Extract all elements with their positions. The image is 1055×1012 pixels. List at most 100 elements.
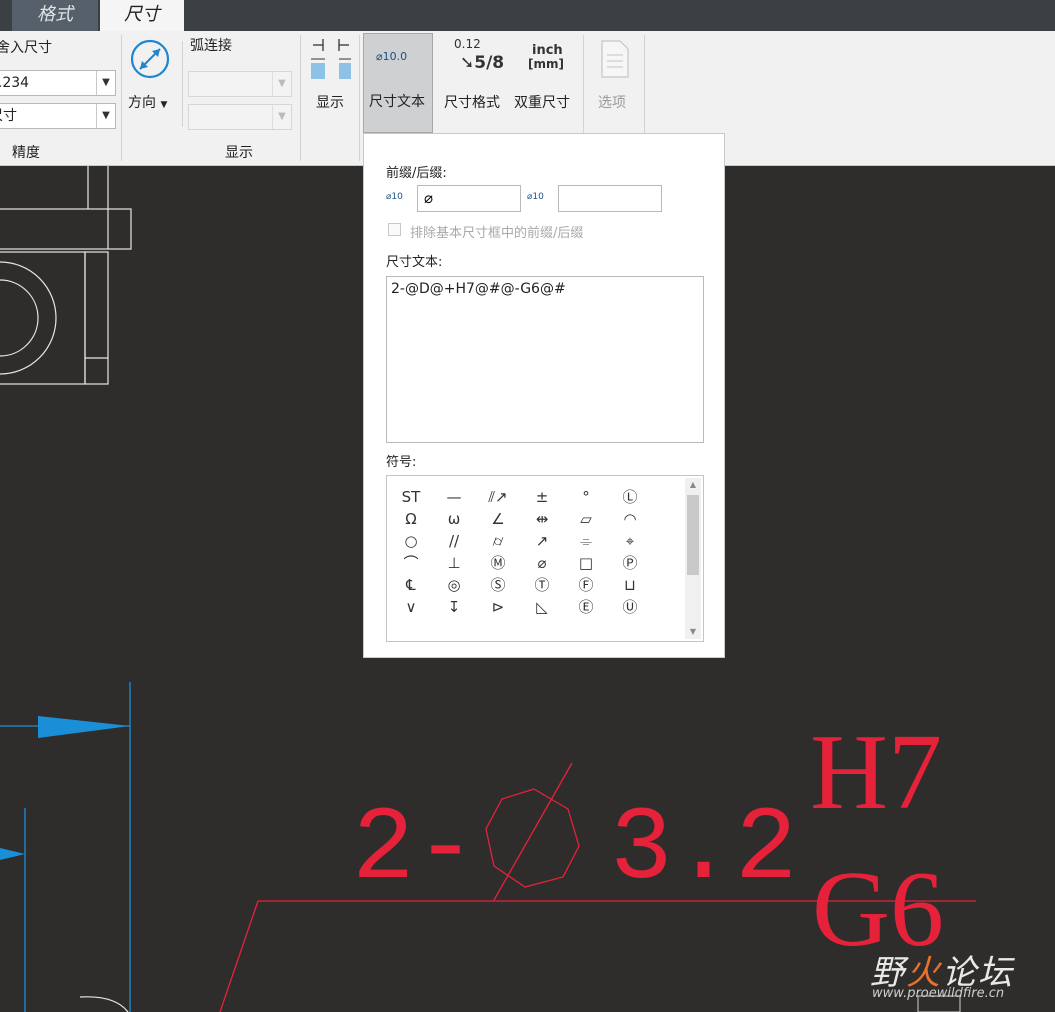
format-icon-top: 0.12 [454,37,481,51]
group-label-precision: 精度 [12,145,40,161]
rounding-label: 舍入尺寸 [0,40,52,56]
dual-dimension-button[interactable]: inch [mm] 双重尺寸 [512,35,580,111]
dim-text-icon: ⌀10.0 [376,50,408,63]
precision-value-combo[interactable]: 1.234 ▼ [0,70,116,96]
chevron-down-icon: ▼ [272,105,291,129]
dimension-text-label: 尺寸文本 [369,94,425,110]
symbol-button[interactable]: Ⓔ [571,597,601,617]
group-label-display: 显示 [225,145,253,161]
group-divider [300,35,301,161]
symbol-button[interactable]: ℄ [396,575,426,595]
symbol-button[interactable]: ∨ [396,597,426,617]
symbol-button[interactable]: ± [527,487,557,507]
watermark-url: www.proewildfire.cn [872,986,1005,1001]
symbol-button[interactable]: ⌖ [615,531,645,551]
scroll-thumb[interactable] [687,495,699,575]
symbol-button[interactable]: ◎ [439,575,469,595]
symbol-scrollbar[interactable]: ▲ ▼ [685,478,701,639]
symbol-button[interactable]: ⌯ [571,531,601,551]
dimension-text-value: 2-@D@+H7@#@-G6@# [391,281,566,297]
suffix-input[interactable] [558,185,662,212]
precision-type-combo[interactable]: 尺寸 ▼ [0,103,116,129]
symbol-button[interactable]: Ⓢ [483,575,513,595]
tolerance-upper[interactable]: H7 [810,713,942,832]
dimension-format-label: 尺寸格式 [444,95,500,111]
symbol-button[interactable]: ⊔ [615,575,645,595]
exclude-label: 排除基本尺寸框中的前缀/后缀 [410,226,584,241]
group-divider [121,35,122,161]
symbol-button[interactable]: ▱ [571,509,601,529]
symbol-button[interactable]: ⊥ [439,553,469,573]
chevron-down-icon: ▼ [160,100,168,110]
symbol-button[interactable]: ST [396,487,426,507]
symbol-button[interactable]: ° [571,487,601,507]
symbol-button[interactable]: ⌭ [483,531,513,551]
prefix-value: ⌀ [424,189,434,207]
arc-connect-label: 弧连接 [190,38,232,54]
arc-combo-2[interactable]: ▼ [188,104,292,130]
group-divider [359,35,360,161]
show-button[interactable]: 显示 [306,35,356,111]
show-label: 显示 [316,95,344,111]
symbol-button[interactable]: ↧ [439,597,469,617]
exclude-checkbox[interactable] [388,223,401,236]
symbol-button[interactable]: ⌀ [527,553,557,573]
dimension-text-button[interactable]: ⌀10.0 尺寸文本 [363,33,433,133]
chevron-down-icon: ▼ [272,72,291,96]
chevron-down-icon[interactable]: ▼ [96,71,115,95]
options-button[interactable]: 选项 [590,35,640,111]
symbol-button[interactable]: Ⓟ [615,553,645,573]
symbol-button[interactable]: Ⓛ [615,487,645,507]
symbol-button[interactable]: Ω [396,509,426,529]
annotation-value[interactable]: 3.2 [610,791,797,909]
symbol-button[interactable]: ⊳ [483,597,513,617]
symbol-button[interactable]: ∠ [483,509,513,529]
inner-divider [182,41,183,127]
scroll-down-icon[interactable]: ▼ [685,625,701,639]
symbol-button[interactable]: // [439,531,469,551]
scroll-up-icon[interactable]: ▲ [685,478,701,492]
symbol-button[interactable]: Ⓣ [527,575,557,595]
show-icon [311,39,351,79]
prefix-suffix-label: 前缀/后缀: [386,166,447,181]
precision-type: 尺寸 [0,108,17,124]
direction-button[interactable]: 方向 ▼ [126,35,174,111]
dual-dimension-label: 双重尺寸 [514,95,570,111]
part-geometry [0,165,132,1012]
tab-dimension[interactable]: 尺寸 [100,0,184,31]
chevron-down-icon[interactable]: ▼ [96,104,115,128]
annotation-prefix[interactable]: 2- [352,791,477,909]
symbol-button[interactable]: ⇹ [527,509,557,529]
symbol-button[interactable]: ◺ [527,597,557,617]
symbol-button[interactable]: Ⓤ [615,597,645,617]
dim-text-label: 尺寸文本: [386,255,443,270]
symbol-button[interactable]: ↗ [527,531,557,551]
ribbon-tab-bar: 格式 尺寸 [0,0,1055,31]
symbol-button[interactable]: ○ [396,531,426,551]
tab-format[interactable]: 格式 [12,0,98,31]
arc-combo-1[interactable]: ▼ [188,71,292,97]
symbol-palette: ST — ⫽↗ ± ° Ⓛ Ωω ∠ ⇹ ▱ ◠ ○//⌭ ↗ ⌯ ⌖ ⌒ ⊥ Ⓜ ⌀ □ Ⓟ ℄ ◎ Ⓢ Ⓣ Ⓕ ⊔ ∨ ↧ ⊳ ◺ Ⓔ Ⓤ … [386,475,704,642]
symbol-button[interactable]: ⌒ [396,553,426,573]
precision-value: 1.234 [0,75,30,91]
dimension-arrowhead-2 [0,848,25,860]
dimension-format-button[interactable]: 0.12 ➘5/8 尺寸格式 [440,35,510,111]
symbols-label: 符号: [386,455,417,470]
direction-icon [130,39,170,79]
symbol-button[interactable]: ◠ [615,509,645,529]
prefix-input[interactable]: ⌀ [417,185,521,212]
symbol-button[interactable]: — [439,487,469,507]
dimension-text-area[interactable]: 2-@D@+H7@#@-G6@# [386,276,704,443]
suffix-icon: ⌀10 [527,192,544,202]
dual-icon-top: inch [532,43,563,58]
direction-label: 方向 [128,95,156,111]
dimension-arrowhead [38,716,130,738]
symbol-button[interactable]: □ [571,553,601,573]
options-label: 选项 [598,95,626,111]
dual-icon-bottom: [mm] [528,57,564,71]
symbol-button[interactable]: ω [439,509,469,529]
symbol-button[interactable]: Ⓜ [483,553,513,573]
symbol-button[interactable]: Ⓕ [571,575,601,595]
prefix-icon: ⌀10 [386,192,403,202]
symbol-button[interactable]: ⫽↗ [483,487,513,507]
